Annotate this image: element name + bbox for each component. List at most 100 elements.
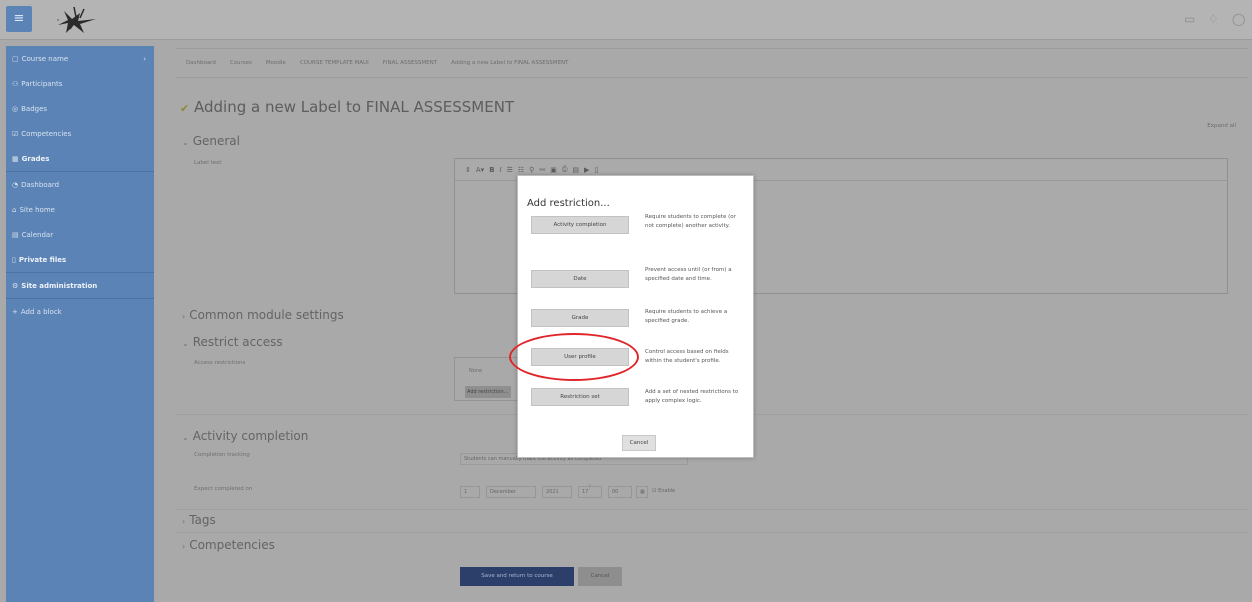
graduation-cap-icon: ▢ xyxy=(12,54,19,63)
video-icon[interactable]: ▶ xyxy=(584,166,589,174)
dialog-cancel-button[interactable]: Cancel xyxy=(622,435,656,451)
sidebar-item-participants[interactable]: ⚇ Participants xyxy=(6,71,154,96)
sidebar-item-badges[interactable]: ◎ Badges xyxy=(6,96,154,121)
completion-tracking-label: Completion tracking xyxy=(194,452,250,458)
chevron-down-icon: ⌄ xyxy=(182,433,189,442)
breadcrumb-item[interactable]: FINAL ASSESSMENT xyxy=(383,60,437,66)
label-text-label: Label text xyxy=(194,160,222,166)
section-restrict-access[interactable]: ⌄ Restrict access xyxy=(182,335,283,349)
sidebar-item-label: Badges xyxy=(21,104,48,113)
chevron-down-icon: ⌄ xyxy=(182,339,189,348)
sidebar-item-dashboard[interactable]: ◔ Dashboard xyxy=(6,172,154,197)
unlink-icon[interactable]: ⚯ xyxy=(539,166,545,174)
restriction-set-button[interactable]: Restriction set xyxy=(531,388,629,406)
sidebar-item-label: Site administration xyxy=(21,281,98,290)
day-select[interactable]: 1 xyxy=(460,486,480,498)
section-competencies[interactable]: › Competencies xyxy=(182,538,275,552)
activity-completion-description: Require students to complete (or not com… xyxy=(645,214,736,229)
bell-icon[interactable]: ♢ xyxy=(1208,12,1220,26)
section-common-module[interactable]: › Common module settings xyxy=(182,308,344,322)
media-icon[interactable]: ⎙ xyxy=(562,165,568,174)
section-general[interactable]: ⌄ General xyxy=(182,134,240,148)
top-navbar: ≡ ▭ ♢ ◯ xyxy=(0,0,1252,40)
enable-label: Enable xyxy=(658,488,676,494)
dialog-title: Add restriction... xyxy=(527,198,610,209)
add-restriction-dialog: Add restriction... Activity completion R… xyxy=(517,175,754,458)
file-icon: ▯ xyxy=(12,255,16,264)
image-icon[interactable]: ▣ xyxy=(550,166,557,174)
year-select[interactable]: 2021 xyxy=(542,486,572,498)
user-icon[interactable]: ◯ xyxy=(1232,12,1245,26)
site-logo[interactable] xyxy=(44,3,114,37)
number-list-icon[interactable]: ☷ xyxy=(518,166,524,174)
users-icon: ⚇ xyxy=(12,79,19,88)
sidebar-item-label: Course name xyxy=(21,54,69,63)
breadcrumb-item[interactable]: Adding a new Label to FINAL ASSESSMENT xyxy=(451,60,568,66)
h5p-icon[interactable]: ▤ xyxy=(572,166,579,174)
breadcrumb-item[interactable]: Moodle xyxy=(266,60,286,66)
date-description: Prevent access until (or from) a specifi… xyxy=(645,267,732,282)
toolbar-toggle-icon[interactable]: ⇕ xyxy=(465,166,471,174)
breadcrumb-item[interactable]: COURSE TEMPLATE MAUI xyxy=(300,60,369,66)
sidebar-item-site-administration[interactable]: ⚙ Site administration xyxy=(6,273,154,298)
activity-completion-button[interactable]: Activity completion xyxy=(531,216,629,234)
grade-button[interactable]: Grade xyxy=(531,309,629,327)
sidebar-item-private-files[interactable]: ▯ Private files xyxy=(6,247,154,272)
user-profile-description: Control access based on fields within th… xyxy=(645,349,729,364)
enable-checkbox[interactable]: ☑ Enable xyxy=(652,488,675,494)
section-activity-completion-label: Activity completion xyxy=(192,429,309,443)
grades-icon: ▦ xyxy=(12,154,19,163)
sidebar-item-competencies[interactable]: ☑ Competencies xyxy=(6,121,154,146)
sidebar-item-grades[interactable]: ▦ Grades xyxy=(6,146,154,171)
breadcrumb-item[interactable]: Courses xyxy=(230,60,252,66)
dashboard-icon: ◔ xyxy=(12,180,19,189)
sidebar-item-label: Grades xyxy=(21,154,50,163)
bullet-list-icon[interactable]: ☰ xyxy=(507,166,513,174)
section-tags[interactable]: › Tags xyxy=(182,513,216,527)
edit-mark-icon: ✔ xyxy=(180,102,190,115)
breadcrumb-item[interactable]: Dashboard xyxy=(186,60,216,66)
hour-select[interactable]: 17 xyxy=(578,486,602,498)
form-cancel-button[interactable]: Cancel xyxy=(578,567,622,586)
paragraph-style-icon[interactable]: A▾ xyxy=(476,166,484,174)
sidebar-item-add-a-block[interactable]: + Add a block xyxy=(6,299,154,324)
restriction-set-description: Add a set of nested restrictions to appl… xyxy=(645,389,739,404)
sidebar-item-label: Add a block xyxy=(20,307,62,316)
minute-select[interactable]: 00 xyxy=(608,486,632,498)
add-restriction-button[interactable]: Add restriction... xyxy=(465,386,511,398)
calendar-icon[interactable]: ▦ xyxy=(636,486,648,498)
expand-all-link[interactable]: Expand all xyxy=(1207,123,1236,129)
sidebar-item-site-home[interactable]: ⌂ Site home xyxy=(6,197,154,222)
file-icon[interactable]: ▯ xyxy=(594,166,598,174)
date-button[interactable]: Date xyxy=(531,270,629,288)
divider xyxy=(176,532,1248,533)
month-select[interactable]: December xyxy=(486,486,536,498)
sidebar-nav: ▢ Course name › ⚇ Participants ◎ Badges ☑ Compet… xyxy=(6,46,154,602)
sidebar-item-calendar[interactable]: ▤ Calendar xyxy=(6,222,154,247)
hamburger-icon[interactable]: ≡ xyxy=(6,6,32,32)
grade-description: Require students to achieve a specified … xyxy=(645,309,728,324)
breadcrumb: Dashboard Courses Moodle COURSE TEMPLATE MA… xyxy=(176,48,1248,78)
section-activity-completion[interactable]: ⌄ Activity completion xyxy=(182,429,308,443)
bold-icon[interactable]: B xyxy=(489,166,494,174)
chevron-right-icon: › xyxy=(182,542,186,551)
section-restrict-access-label: Restrict access xyxy=(192,335,283,349)
sidebar-item-label: Private files xyxy=(18,255,67,264)
checklist-icon: ☑ xyxy=(12,129,19,138)
access-restrictions-label: Access restrictions xyxy=(194,360,246,366)
cog-icon: ⚙ xyxy=(12,281,19,290)
sidebar-item-label: Dashboard xyxy=(21,180,60,189)
expect-completed-label: Expect completed on xyxy=(194,486,253,492)
section-general-label: General xyxy=(192,134,240,148)
italic-icon[interactable]: I xyxy=(500,166,502,174)
link-icon[interactable]: ⚲ xyxy=(529,166,534,174)
section-tags-label: Tags xyxy=(189,513,216,527)
sidebar-item-course-name[interactable]: ▢ Course name › xyxy=(6,46,154,71)
sidebar-item-label: Competencies xyxy=(21,129,72,138)
save-and-return-button[interactable]: Save and return to course xyxy=(460,567,574,586)
chat-icon[interactable]: ▭ xyxy=(1184,12,1196,26)
calendar-icon: ▤ xyxy=(12,230,19,239)
chevron-down-icon: ⌄ xyxy=(182,138,189,147)
divider xyxy=(176,509,1248,510)
chevron-right-icon[interactable]: › xyxy=(143,55,146,63)
